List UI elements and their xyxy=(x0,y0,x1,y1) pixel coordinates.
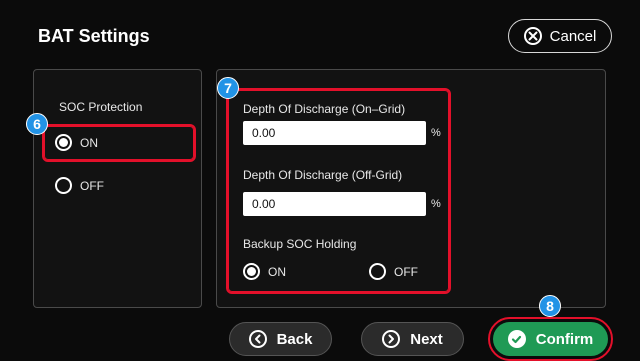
dod-on-grid-unit: % xyxy=(431,127,441,139)
annotation-badge-8: 8 xyxy=(539,295,561,317)
dod-off-grid-unit: % xyxy=(431,198,441,210)
close-circle-icon xyxy=(523,27,542,45)
backup-on-label: ON xyxy=(268,264,286,279)
chevron-left-circle-icon xyxy=(248,330,267,348)
backup-soc-holding-label: Backup SOC Holding xyxy=(243,237,357,251)
dod-on-grid-input[interactable]: 0.00 xyxy=(243,121,426,145)
backup-soc-off-radio[interactable]: OFF xyxy=(369,263,418,280)
soc-protection-off-radio[interactable]: OFF xyxy=(55,177,104,194)
soc-protection-on-radio[interactable]: ON xyxy=(55,134,98,151)
cancel-label: Cancel xyxy=(549,27,597,45)
back-button[interactable]: Back xyxy=(229,322,332,356)
dod-on-grid-label: Depth Of Discharge (On–Grid) xyxy=(243,102,406,116)
dod-off-grid-label: Depth Of Discharge (Off-Grid) xyxy=(243,168,403,182)
backup-soc-on-radio[interactable]: ON xyxy=(243,263,286,280)
next-label: Next xyxy=(410,330,443,348)
radio-unchecked-icon xyxy=(55,177,72,194)
radio-unchecked-icon xyxy=(369,263,386,280)
back-label: Back xyxy=(276,330,313,348)
soc-protection-label: SOC Protection xyxy=(59,100,143,114)
page-title: BAT Settings xyxy=(38,26,150,46)
radio-checked-icon xyxy=(243,263,260,280)
dod-off-grid-input[interactable]: 0.00 xyxy=(243,192,426,216)
confirm-label: Confirm xyxy=(535,330,594,348)
annotation-badge-6: 6 xyxy=(26,113,48,135)
check-circle-icon xyxy=(507,330,526,348)
confirm-button[interactable]: Confirm xyxy=(493,322,608,356)
radio-checked-icon xyxy=(55,134,72,151)
annotation-badge-7: 7 xyxy=(217,77,239,99)
backup-off-label: OFF xyxy=(394,264,418,279)
chevron-right-circle-icon xyxy=(382,330,401,348)
cancel-button[interactable]: Cancel xyxy=(508,19,612,53)
soc-off-label: OFF xyxy=(80,178,104,193)
next-button[interactable]: Next xyxy=(361,322,464,356)
soc-on-label: ON xyxy=(80,135,98,150)
